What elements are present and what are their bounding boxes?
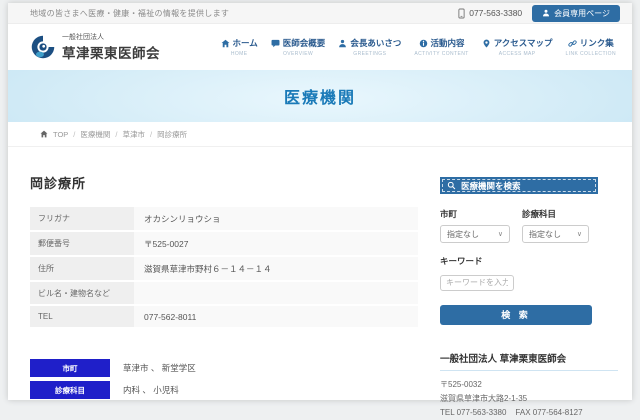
header-phone: 077-563-3380 <box>457 8 522 19</box>
keyword-label: キーワード <box>440 255 618 267</box>
table-row: フリガナ オカシンリョウショ <box>30 207 418 230</box>
department-tag-value: 内科 、 小児科 <box>123 384 179 396</box>
site-tagline: 地域の皆さまへ医療・健康・福祉の情報を提供します <box>30 8 229 19</box>
overview-icon <box>271 39 280 48</box>
site-header: 一般社団法人 草津栗東医師会 ホーム HOME 医師会概 <box>8 24 632 70</box>
access-map-icon <box>482 39 491 48</box>
breadcrumb-home-icon <box>40 130 48 138</box>
breadcrumb-medical[interactable]: 医療機関 <box>80 129 110 140</box>
clinic-detail-table: フリガナ オカシンリョウショ 郵便番号 〒525-0027 住所 滋賀県草津市野… <box>30 205 418 329</box>
search-box-header[interactable]: 医療機関を検索 <box>440 177 598 194</box>
keyword-input[interactable] <box>440 275 514 291</box>
breadcrumb-city[interactable]: 草津市 <box>122 129 145 140</box>
clinic-detail: 岡診療所 フリガナ オカシンリョウショ 郵便番号 〒525-0027 住所 滋賀… <box>30 147 428 420</box>
org-name: 草津栗東医師会 <box>62 46 160 61</box>
table-row: ビル名・建物名など <box>30 282 418 304</box>
utility-bar: 地域の皆さまへ医療・健康・福祉の情報を提供します 077-563-3380 会員… <box>8 3 632 24</box>
city-tag-value: 草津市 、 新堂学区 <box>123 362 196 374</box>
table-row: TEL 077-562-8011 <box>30 306 418 327</box>
breadcrumb-current: 岡診療所 <box>157 129 187 140</box>
table-row: 郵便番号 〒525-0027 <box>30 232 418 255</box>
nav-item-home[interactable]: ホーム HOME <box>221 37 258 57</box>
clinic-name: 岡診療所 <box>30 173 428 192</box>
clinic-tags: 市町 草津市 、 新堂学区 診療科目 内科 、 小児科 <box>30 359 428 399</box>
home-icon <box>221 39 230 48</box>
sidebar: 医療機関を検索 市町 指定なし ∨ 診療科目 指定なし ∨ <box>440 147 618 420</box>
search-icon <box>447 181 456 190</box>
city-field: 市町 指定なし ∨ <box>440 208 510 243</box>
phone-number: 077-563-3380 <box>469 8 522 18</box>
search-fields: 市町 指定なし ∨ 診療科目 指定なし ∨ <box>440 208 618 243</box>
department-badge: 診療科目 <box>30 381 110 399</box>
nav-item-overview[interactable]: 医師会概要 OVERVIEW <box>271 37 326 57</box>
search-button[interactable]: 検 索 <box>440 305 592 325</box>
footer-address: 滋賀県草津市大路2-1-35 <box>440 392 618 406</box>
city-select[interactable]: 指定なし ∨ <box>440 225 510 243</box>
mobile-phone-icon <box>457 8 466 19</box>
nav-item-links[interactable]: リンク集 LINK COLLECTION <box>566 37 616 57</box>
activity-icon <box>419 39 428 48</box>
city-field-label: 市町 <box>440 208 510 220</box>
nav-item-greetings[interactable]: 会長あいさつ GREETINGS <box>338 37 401 57</box>
table-row: 住所 滋賀県草津市野村６－１４－１４ <box>30 257 418 280</box>
main-nav: ホーム HOME 医師会概要 OVERVIEW 会長あいさつ <box>221 37 616 57</box>
member-page-button[interactable]: 会員専用ページ <box>532 5 620 22</box>
content: 岡診療所 フリガナ オカシンリョウショ 郵便番号 〒525-0027 住所 滋賀… <box>8 147 632 420</box>
nav-item-access-map[interactable]: アクセスマップ ACCESS MAP <box>482 37 553 57</box>
department-field: 診療科目 指定なし ∨ <box>522 208 589 243</box>
department-select[interactable]: 指定なし ∨ <box>522 225 589 243</box>
footer-tel: TEL 077-563-3380 <box>440 406 506 420</box>
tag-row-department: 診療科目 内科 、 小児科 <box>30 381 428 399</box>
greetings-icon <box>338 39 347 48</box>
footer-org-name: 一般社団法人 草津栗東医師会 <box>440 351 618 371</box>
page-banner: 医療機関 <box>8 70 632 122</box>
footer-postal: 〒525-0032 <box>440 378 618 392</box>
logo-icon <box>30 34 56 60</box>
chevron-down-icon: ∨ <box>498 230 503 238</box>
breadcrumb: TOP / 医療機関 / 草津市 / 岡診療所 <box>8 122 632 147</box>
tag-row-city: 市町 草津市 、 新堂学区 <box>30 359 428 377</box>
breadcrumb-top[interactable]: TOP <box>53 130 68 139</box>
link-icon <box>568 39 577 48</box>
person-icon <box>542 9 550 17</box>
logo-text: 一般社団法人 草津栗東医師会 <box>62 32 160 63</box>
department-field-label: 診療科目 <box>522 208 589 220</box>
footer-info: 一般社団法人 草津栗東医師会 〒525-0032 滋賀県草津市大路2-1-35 … <box>440 351 618 420</box>
nav-item-activity[interactable]: 活動内容 ACTIVITY CONTENT <box>414 37 468 57</box>
site-logo[interactable]: 一般社団法人 草津栗東医師会 <box>30 32 160 63</box>
city-badge: 市町 <box>30 359 110 377</box>
page-title: 医療機関 <box>284 84 356 108</box>
footer-fax: FAX 077-564-8127 <box>515 406 582 420</box>
org-type: 一般社団法人 <box>62 32 160 42</box>
site-container: 地域の皆さまへ医療・健康・福祉の情報を提供します 077-563-3380 会員… <box>8 3 632 400</box>
chevron-down-icon: ∨ <box>577 230 582 238</box>
